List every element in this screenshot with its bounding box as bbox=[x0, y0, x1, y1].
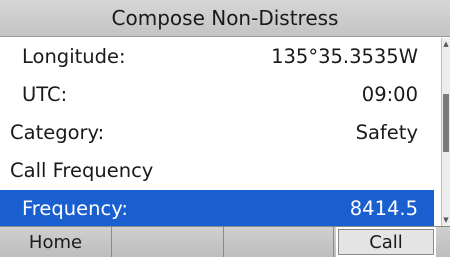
softkey-bar: Home Call bbox=[0, 226, 450, 257]
frequency-value: 8414.5 bbox=[349, 197, 418, 220]
utc-value: 09:00 bbox=[361, 83, 418, 106]
longitude-label: Longitude: bbox=[22, 45, 126, 68]
scroll-down-icon[interactable]: ▼ bbox=[443, 216, 449, 224]
category-label: Category: bbox=[10, 121, 105, 144]
settings-list: Longitude: 135°35.3535W UTC: 09:00 Categ… bbox=[0, 38, 438, 227]
longitude-value: 135°35.3535W bbox=[271, 45, 418, 68]
category-value: Safety bbox=[355, 121, 418, 144]
scroll-thumb[interactable] bbox=[443, 94, 449, 152]
longitude-row[interactable]: Longitude: 135°35.3535W bbox=[0, 38, 434, 75]
utc-row[interactable]: UTC: 09:00 bbox=[0, 76, 434, 113]
call-frequency-row[interactable]: Call Frequency bbox=[0, 152, 434, 189]
softkey-3[interactable] bbox=[224, 227, 334, 257]
utc-label: UTC: bbox=[22, 83, 68, 106]
softkey-2[interactable] bbox=[112, 227, 224, 257]
category-row[interactable]: Category: Safety bbox=[0, 114, 434, 151]
frequency-row[interactable]: Frequency: 8414.5 bbox=[0, 190, 434, 227]
home-softkey[interactable]: Home bbox=[0, 227, 112, 257]
scroll-up-icon[interactable]: ▲ bbox=[443, 40, 449, 48]
call-frequency-label: Call Frequency bbox=[10, 159, 154, 182]
frequency-label: Frequency: bbox=[22, 197, 128, 220]
screen-title: Compose Non-Distress bbox=[0, 0, 450, 37]
call-softkey[interactable]: Call bbox=[336, 227, 436, 257]
scrollbar[interactable]: ▲ ▼ bbox=[441, 38, 450, 226]
screen-title-text: Compose Non-Distress bbox=[111, 6, 339, 30]
compose-screen: Compose Non-Distress Longitude: 135°35.3… bbox=[0, 0, 450, 257]
